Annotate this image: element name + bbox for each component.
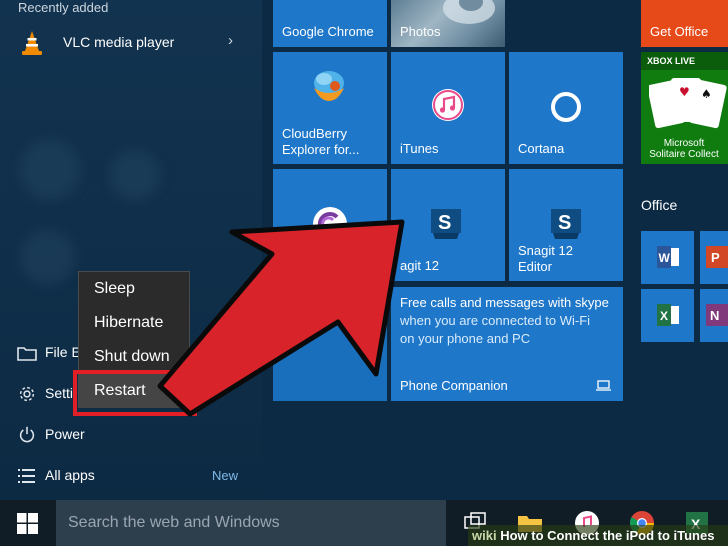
- left-item-label: Setti: [45, 385, 74, 401]
- tile-label-line: Microsoft: [663, 138, 705, 149]
- tile-label: rrent: [282, 258, 309, 273]
- powerpoint-icon: P: [706, 246, 728, 268]
- message-line: when you are connected to Wi-Fi: [400, 313, 591, 328]
- power-option-sleep[interactable]: Sleep: [79, 272, 189, 306]
- tile-cortana[interactable]: Cortana: [509, 52, 623, 164]
- tile-ccleaner[interactable]: rrent: [273, 169, 387, 281]
- tile-snagit[interactable]: S agit 12: [391, 169, 505, 281]
- svg-text:S: S: [438, 212, 451, 234]
- left-item-label: Power: [45, 426, 85, 442]
- laptop-phone-icon: [596, 380, 611, 391]
- tile-label: CloudBerry Explorer for...: [282, 126, 359, 158]
- tile-label-line: CloudBerry: [282, 126, 348, 141]
- svg-text:P: P: [711, 250, 720, 265]
- snagit-icon: S: [551, 209, 581, 239]
- message-line: Free calls and messages with skype: [400, 295, 609, 310]
- left-item-label: All apps: [45, 467, 95, 483]
- watermark-brand: wiki: [472, 528, 497, 543]
- snagit-icon: S: [431, 209, 461, 239]
- phone-companion-message: Free calls and messages with skype when …: [400, 294, 620, 348]
- tile-excel[interactable]: X: [641, 289, 694, 342]
- playing-cards-icon: ♥ ♠: [649, 78, 727, 129]
- watermark-title: How to Connect the iPod to iTunes: [500, 528, 715, 543]
- recent-app-label: VLC media player: [63, 34, 175, 50]
- tile-phone-companion[interactable]: Free calls and messages with skype when …: [391, 287, 623, 401]
- tile-onenote[interactable]: N: [700, 289, 728, 342]
- svg-text:♠: ♠: [701, 87, 712, 101]
- cortana-ring-icon: [551, 92, 581, 122]
- message-line: on your phone and PC: [400, 331, 531, 346]
- tile-label-line: Editor: [518, 259, 552, 274]
- power-icon: [19, 426, 35, 443]
- folder-icon: [17, 347, 37, 361]
- cloudberry-icon: [314, 71, 344, 101]
- power-option-hibernate[interactable]: Hibernate: [79, 306, 189, 340]
- tile-google-chrome[interactable]: Google Chrome: [273, 0, 387, 47]
- ccleaner-icon: [313, 207, 347, 241]
- tile-label-line: Solitaire Collect: [649, 149, 719, 160]
- tile-label-line: Snagit 12: [518, 243, 573, 258]
- svg-text:X: X: [660, 309, 668, 323]
- tile-itunes[interactable]: iTunes: [391, 52, 505, 164]
- left-item-power[interactable]: Power: [0, 420, 262, 450]
- power-option-shut-down[interactable]: Shut down: [79, 340, 189, 374]
- tile-partial-hidden[interactable]: [273, 287, 387, 401]
- blurred-background-shape: [20, 230, 75, 285]
- search-placeholder: Search the web and Windows: [68, 514, 280, 531]
- svg-text:N: N: [710, 308, 719, 323]
- svg-text:S: S: [558, 212, 571, 234]
- gear-icon: [19, 386, 35, 402]
- word-icon: W: [657, 246, 679, 268]
- recent-app-vlc[interactable]: VLC media player ›: [0, 25, 262, 61]
- tile-label: Get Office: [650, 24, 709, 39]
- tile-word[interactable]: W: [641, 231, 694, 284]
- tile-label: Photos: [400, 24, 441, 39]
- tile-label: Cortana: [518, 141, 565, 156]
- blurred-background-shape: [20, 140, 80, 200]
- new-badge: New: [212, 468, 239, 483]
- blurred-background-shape: [110, 150, 160, 200]
- screen: Recently added VLC media player › File E…: [0, 0, 728, 546]
- photo-preview-image: [443, 0, 495, 24]
- left-item-all-apps[interactable]: All apps New: [0, 461, 262, 491]
- svg-text:♥: ♥: [679, 85, 690, 99]
- tile-label: Microsoft Solitaire Collect: [641, 138, 728, 160]
- recently-added-heading: Recently added: [18, 0, 109, 15]
- tile-label: iTunes: [400, 141, 439, 156]
- windows-logo-icon: [17, 513, 38, 534]
- tile-label-line: Explorer for...: [282, 142, 360, 157]
- search-input[interactable]: Search the web and Windows: [56, 500, 446, 546]
- start-menu-left-pane: Recently added VLC media player › File E…: [0, 0, 262, 500]
- tile-snagit-editor[interactable]: S Snagit 12 Editor: [509, 169, 623, 281]
- restart-highlight-box: [73, 370, 197, 416]
- tile-label: Google Chrome: [282, 24, 374, 39]
- svg-text:W: W: [659, 251, 671, 265]
- tile-powerpoint[interactable]: P: [700, 231, 728, 284]
- list-icon: [18, 469, 35, 483]
- start-button[interactable]: [0, 500, 56, 546]
- vlc-cone-icon: [22, 31, 42, 55]
- onenote-icon: N: [706, 304, 728, 326]
- tile-solitaire[interactable]: XBOX LIVE ♥ ♠ Microsoft Solitaire Collec…: [641, 52, 728, 164]
- excel-icon: X: [657, 304, 679, 326]
- wikihow-watermark: wiki How to Connect the iPod to iTunes: [468, 525, 728, 546]
- tile-photos[interactable]: Photos: [391, 0, 505, 47]
- left-item-label: File E: [45, 344, 81, 360]
- tile-get-office[interactable]: Get Office: [641, 0, 728, 47]
- tile-label: agit 12: [400, 258, 440, 273]
- xbox-live-banner: XBOX LIVE: [641, 52, 728, 70]
- tile-label: Phone Companion: [400, 378, 508, 393]
- chevron-right-icon[interactable]: ›: [228, 32, 233, 49]
- tile-cloudberry[interactable]: CloudBerry Explorer for...: [273, 52, 387, 164]
- tile-label: Snagit 12 Editor: [518, 243, 573, 275]
- office-group-heading: Office: [641, 197, 678, 213]
- itunes-note-icon: [432, 89, 464, 121]
